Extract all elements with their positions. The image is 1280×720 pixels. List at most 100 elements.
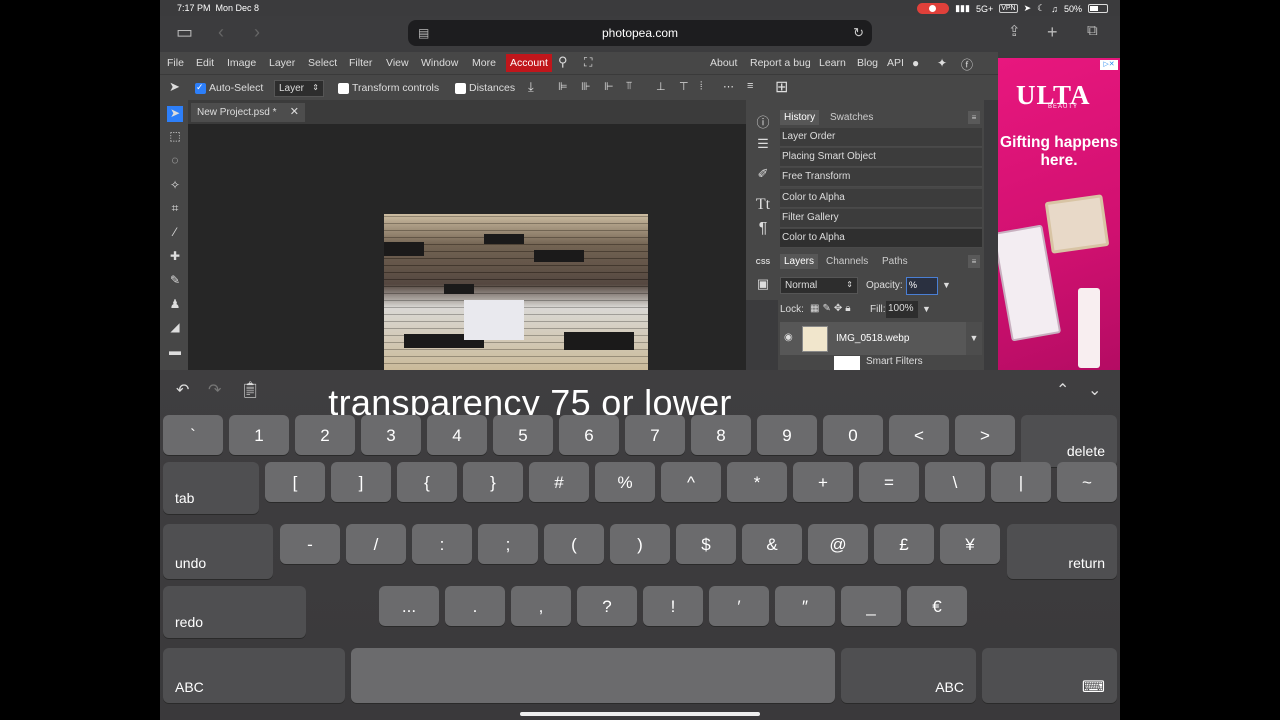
key-10[interactable]: 0 [823, 415, 883, 455]
tab-history[interactable]: History [780, 110, 820, 125]
key-sym[interactable]: ! [643, 586, 703, 626]
key-sym[interactable]: _ [841, 586, 901, 626]
twitter-icon[interactable]: ✦ [937, 56, 947, 70]
history-item[interactable]: Filter Gallery [780, 209, 982, 228]
distribute-h-icon[interactable]: ⋯ [723, 80, 734, 93]
key-sym[interactable]: ; [478, 524, 538, 564]
new-tab-icon[interactable]: + [1047, 22, 1058, 43]
key-sym[interactable]: } [463, 462, 523, 502]
blend-mode-select[interactable]: Normal ⇕ [780, 277, 858, 294]
crop-tool-icon[interactable]: ⌗ [167, 201, 183, 217]
key-8[interactable]: 8 [691, 415, 751, 455]
facebook-icon[interactable]: ⓕ [961, 56, 973, 73]
key-sym[interactable]: \ [925, 462, 985, 502]
history-item[interactable]: Placing Smart Object [780, 148, 982, 167]
canvas-area[interactable] [188, 124, 746, 370]
document-tab[interactable]: New Project.psd * ✕ [191, 103, 305, 122]
key-2[interactable]: 2 [295, 415, 355, 455]
close-tab-icon[interactable]: ✕ [290, 105, 299, 118]
key-7[interactable]: 7 [625, 415, 685, 455]
layer-mode-select[interactable]: Layer ⇕ [274, 80, 324, 97]
forward-icon[interactable]: › [254, 22, 260, 43]
key-9[interactable]: 9 [757, 415, 817, 455]
menu-edit[interactable]: Edit [196, 57, 214, 69]
eye-icon[interactable]: ◉ [784, 332, 793, 343]
fill-dropdown-icon[interactable]: ▼ [922, 304, 931, 314]
menu-view[interactable]: View [386, 57, 409, 69]
url-bar[interactable]: ▤ photopea.com ↻ [408, 20, 872, 46]
history-item[interactable]: Layer Order [780, 128, 982, 147]
key-sym[interactable]: % [595, 462, 655, 502]
key-sym[interactable]: [ [265, 462, 325, 502]
layer-row[interactable]: ◉ IMG_0518.webp ▼ [780, 322, 982, 355]
key-1[interactable]: 1 [229, 415, 289, 455]
expand-icon[interactable]: ▼ [966, 322, 982, 355]
delete-key[interactable]: delete [1021, 415, 1117, 467]
key-sym[interactable]: : [412, 524, 472, 564]
fullscreen-icon[interactable]: ⛶ [584, 55, 592, 70]
image-icon[interactable]: ▣ [754, 276, 772, 294]
key-0[interactable]: ` [163, 415, 223, 455]
key-sym[interactable]: / [346, 524, 406, 564]
eyedropper-tool-icon[interactable]: ⁄ [167, 225, 183, 241]
key-sym[interactable]: $ [676, 524, 736, 564]
key-sym[interactable]: ^ [661, 462, 721, 502]
tab-key[interactable]: tab [163, 462, 259, 514]
info-icon[interactable]: ⓘ [754, 112, 772, 130]
key-sym[interactable]: + [793, 462, 853, 502]
key-sym[interactable]: ? [577, 586, 637, 626]
link-about[interactable]: About [710, 57, 737, 69]
panel-menu-icon[interactable]: ≡ [968, 111, 980, 124]
link-blog[interactable]: Blog [857, 57, 878, 69]
align-middle-icon[interactable]: ⊥ [656, 80, 666, 93]
key-sym[interactable]: = [859, 462, 919, 502]
link-report-bug[interactable]: Report a bug [750, 57, 811, 69]
distances-checkbox[interactable] [455, 83, 466, 94]
key-sym[interactable]: ¥ [940, 524, 1000, 564]
keyboard-hide-key[interactable]: ⌨ [982, 648, 1117, 703]
key-11[interactable]: < [889, 415, 949, 455]
marquee-tool-icon[interactable]: ⬚ [167, 129, 183, 145]
abc-right-key[interactable]: ABC [841, 648, 976, 703]
align-top-icon[interactable]: ⫪ [626, 80, 632, 93]
key-sym[interactable]: & [742, 524, 802, 564]
auto-select-checkbox[interactable] [195, 82, 206, 94]
eraser-tool-icon[interactable]: ◢ [167, 320, 183, 336]
return-key[interactable]: return [1007, 524, 1117, 579]
lock-icons[interactable]: ▦✎✥🔒︎ [810, 303, 854, 314]
key-sym[interactable]: * [727, 462, 787, 502]
healing-tool-icon[interactable]: ✚ [167, 249, 183, 265]
key-sym[interactable]: ... [379, 586, 439, 626]
redo-key[interactable]: redo [163, 586, 306, 638]
stamp-tool-icon[interactable]: ♟ [167, 297, 183, 313]
menu-image[interactable]: Image [227, 57, 256, 69]
key-sym[interactable]: | [991, 462, 1051, 502]
tab-swatches[interactable]: Swatches [830, 112, 873, 123]
menu-account[interactable]: Account [506, 54, 552, 72]
transform-controls-checkbox[interactable] [338, 83, 349, 94]
distribute-icon[interactable]: ⦙ [700, 80, 702, 93]
opacity-dropdown-icon[interactable]: ▼ [942, 280, 951, 290]
css-icon[interactable]: CSS [754, 254, 772, 272]
key-sym[interactable]: ( [544, 524, 604, 564]
key-5[interactable]: 5 [493, 415, 553, 455]
key-sym[interactable]: - [280, 524, 340, 564]
lasso-tool-icon[interactable]: ◌ [167, 153, 183, 169]
space-key[interactable] [351, 648, 835, 703]
key-sym[interactable]: { [397, 462, 457, 502]
search-icon[interactable]: ⚲ [558, 54, 568, 70]
adjustments-icon[interactable]: ☰ [754, 136, 772, 154]
align-bottom-icon[interactable]: ⊤ [679, 80, 689, 93]
align-left-icon[interactable]: ⊫ [558, 80, 568, 93]
distribute-v-icon[interactable]: ≡ [747, 80, 753, 92]
menu-filter[interactable]: Filter [349, 57, 372, 69]
tabs-overview-icon[interactable]: ⧉ [1087, 22, 1098, 39]
advertisement[interactable]: ▷✕ ULTA BEAUTY Gifting happens here. [998, 58, 1120, 370]
sidebar-icon[interactable]: ▭ [176, 22, 193, 43]
undo-key[interactable]: undo [163, 524, 273, 579]
tab-layers[interactable]: Layers [780, 254, 819, 269]
key-sym[interactable]: @ [808, 524, 868, 564]
link-api[interactable]: API [887, 57, 904, 69]
key-sym[interactable]: # [529, 462, 589, 502]
panel-menu-icon[interactable]: ≡ [968, 255, 980, 268]
